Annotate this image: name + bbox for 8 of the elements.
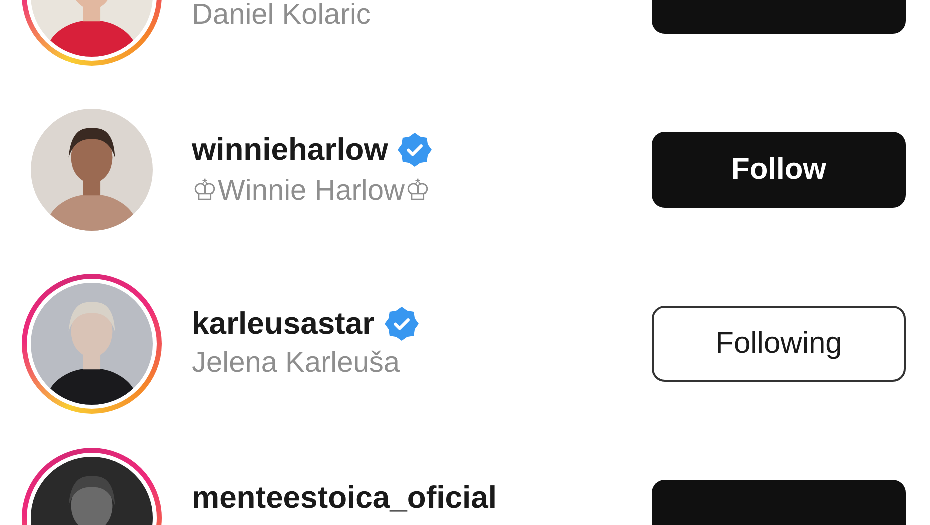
follow-button[interactable]: Follow xyxy=(652,132,906,208)
following-button[interactable]: Following xyxy=(652,306,906,382)
username[interactable]: karleusastar xyxy=(192,306,375,342)
full-name: Daniel Kolaric xyxy=(192,0,371,33)
username[interactable]: winnieharlow xyxy=(192,132,388,168)
username[interactable]: menteestoica_oficial xyxy=(192,480,497,516)
full-name: Jelena Karleuša xyxy=(192,347,400,381)
full-name: ♔Winnie Harlow♔ xyxy=(192,174,431,209)
